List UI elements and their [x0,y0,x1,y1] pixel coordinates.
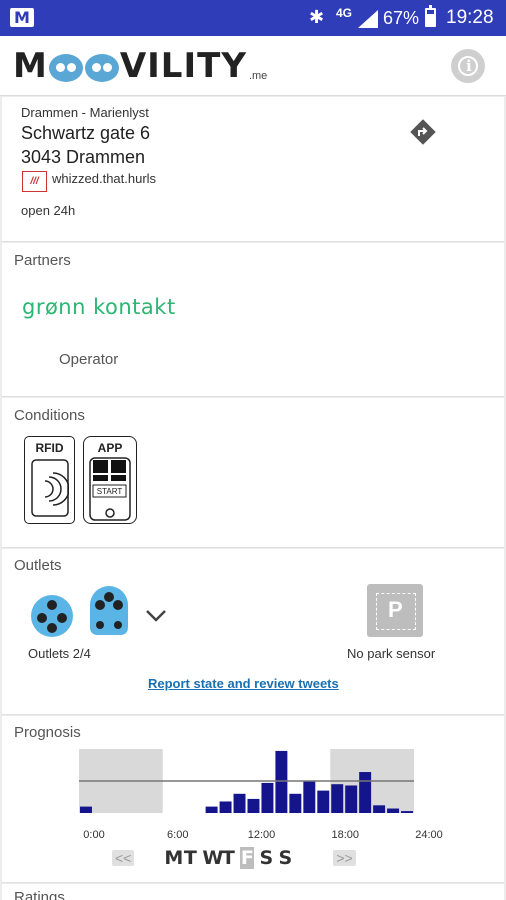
battery-percent: 67% [383,8,420,28]
status-bar: ✱ 4G 67% 19:28 [0,0,506,36]
chademo-outlet-icon[interactable] [86,583,132,637]
bar-hour-12 [247,798,260,813]
bar-hour-23 [401,811,413,813]
moovility-logo: M VILITY .me [13,46,268,86]
bar-hour-9 [205,806,218,813]
park-sensor-label: No park sensor [347,646,436,661]
user-avatar: /// [22,171,47,192]
clock: 19:28 [446,7,494,28]
ratings-title: Ratings [14,889,65,900]
conditions-card: Conditions RFID APP START [2,398,504,548]
bar-hour-19 [345,785,358,813]
day-selector: << M T W T F S S >> [112,847,356,869]
info-icon[interactable]: i [451,49,485,83]
partner-logo[interactable]: grønn kontakt [22,295,176,319]
x-tick-label: 24:00 [415,829,443,841]
park-sensor-icon: P [367,584,423,637]
partners-title: Partners [14,252,71,269]
next-week-button[interactable]: >> [333,850,356,866]
directions-icon[interactable] [410,119,436,145]
bar-hour-15 [289,793,302,813]
prognosis-chart: 0:00 6:00 12:00 18:00 24:00 [79,749,443,841]
conditions-title: Conditions [14,407,85,424]
chevron-down-icon[interactable] [145,609,167,623]
phone-app-icon: APP START [83,436,137,524]
bar-hour-11 [233,793,246,813]
type2-outlet-icon[interactable] [30,594,74,638]
prognosis-card: Prognosis 0:00 6:00 12:00 18:00 24:00 << M T… [2,716,504,883]
bar-hour-22 [387,808,400,813]
bar-hour-13 [261,782,274,813]
day-fri[interactable]: F [240,847,255,869]
day-thu[interactable]: T [221,847,235,869]
battery-icon [425,5,436,27]
bar-hour-20 [359,772,372,813]
user-name[interactable]: whizzed.that.hurls [52,171,156,186]
outlets-card: Outlets Outlets 2/4 P No park sensor Rep… [2,549,504,715]
x-tick-label: 18:00 [331,829,359,841]
day-sat[interactable]: S [259,847,274,869]
outlets-summary: Outlets 2/4 [28,646,91,661]
x-tick-label: 12:00 [248,829,276,841]
app-header: M VILITY .me i [0,36,506,96]
partners-card: Partners grønn kontakt Operator [2,243,504,397]
bar-hour-21 [373,805,386,813]
bar-hour-10 [219,801,232,813]
area-name: Drammen - Marienlyst [21,105,149,120]
report-state-link[interactable]: Report state and review tweets [148,676,339,691]
network-type: 4G [336,6,353,20]
bar-hour-0 [80,806,92,813]
signal-icon [358,10,378,28]
day-sun[interactable]: S [278,847,293,869]
ratings-card: Ratings [2,884,504,900]
location-card: Drammen - Marienlyst Schwartz gate 6 304… [2,97,504,242]
bar-hour-17 [317,790,330,813]
postal-city: 3043 Drammen [21,147,146,167]
prev-week-button[interactable]: << [112,850,135,866]
bar-hour-14 [275,750,288,813]
x-tick-label: 0:00 [83,829,104,841]
opening-hours: open 24h [21,203,76,218]
day-mon[interactable]: M [164,847,183,869]
rfid-card-icon: RFID [24,436,75,524]
day-tue[interactable]: T [183,847,197,869]
partner-role: Operator [59,351,119,368]
gmail-icon [10,8,34,27]
x-tick-label: 6:00 [167,829,188,841]
day-wed[interactable]: W [202,847,223,869]
bluetooth-icon: ✱ [309,7,325,28]
street-address: Schwartz gate 6 [21,123,151,143]
bar-hour-18 [331,784,344,813]
bar-hour-16 [303,781,316,813]
outlets-title: Outlets [14,557,62,574]
